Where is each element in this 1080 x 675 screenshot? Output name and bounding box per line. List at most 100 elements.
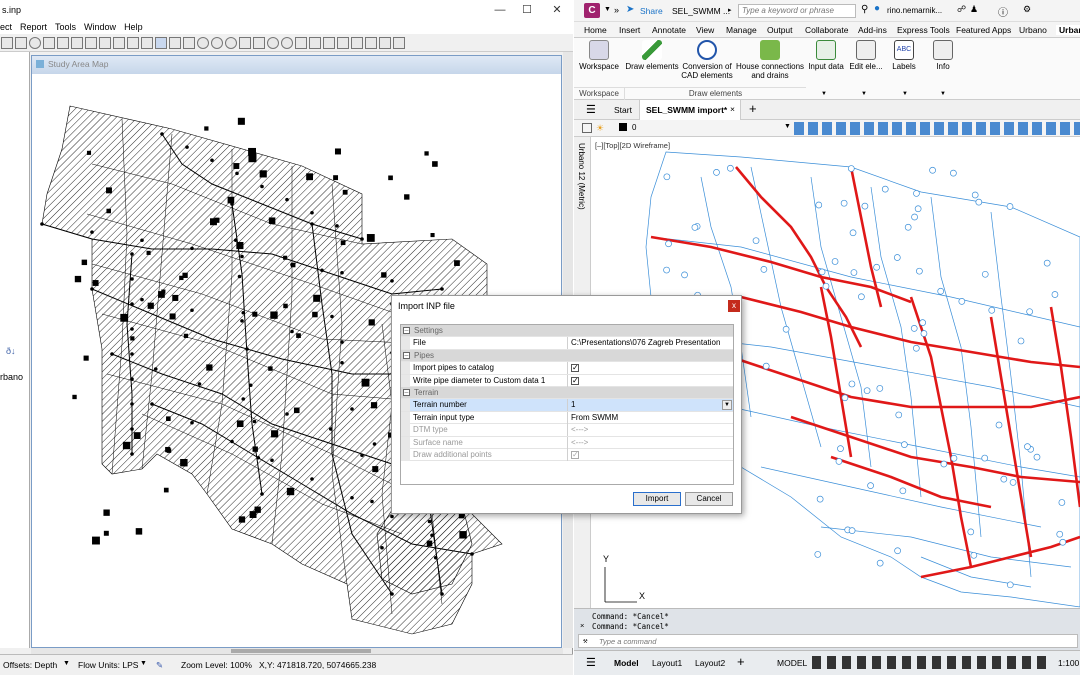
input-data-button[interactable]: Input data: [807, 40, 845, 71]
terrain-input-row[interactable]: Terrain input type From SWMM: [401, 411, 733, 425]
tab-manage[interactable]: Manage: [726, 25, 757, 35]
user-account[interactable]: rino.nemarnik...: [887, 6, 942, 15]
chevron-down-icon[interactable]: ▼: [861, 91, 867, 97]
menu-project[interactable]: ect: [0, 20, 12, 34]
storage-icon[interactable]: [323, 37, 335, 49]
tab-active-document[interactable]: SEL_SWMM import* ×: [639, 100, 741, 120]
orifice-icon[interactable]: [365, 37, 377, 49]
globe-icon[interactable]: [29, 37, 41, 49]
zoom-out-icon[interactable]: [225, 37, 237, 49]
close-tab-icon[interactable]: ×: [730, 104, 735, 114]
import-button[interactable]: Import: [633, 492, 681, 506]
menu-window[interactable]: Window: [84, 20, 116, 34]
chevron-down-icon[interactable]: ▼: [140, 660, 147, 667]
house-connections-button[interactable]: House connections and drains: [734, 40, 806, 80]
outfall-icon[interactable]: [295, 37, 307, 49]
pan-icon[interactable]: [197, 37, 209, 49]
tab-express-tools[interactable]: Express Tools: [897, 25, 950, 35]
region-select-icon[interactable]: [183, 37, 195, 49]
tab-layout2[interactable]: Layout2: [695, 658, 725, 668]
quick-access-arrows-icon[interactable]: »: [614, 5, 619, 15]
app-logo[interactable]: C: [584, 3, 600, 18]
maximize-button[interactable]: ☐: [514, 2, 540, 18]
annotation-scale[interactable]: 1:100: [1058, 658, 1079, 668]
conduit-icon[interactable]: [337, 37, 349, 49]
find-icon[interactable]: [1, 37, 13, 49]
options-icon[interactable]: [127, 37, 139, 49]
junction-icon[interactable]: [281, 37, 293, 49]
write-diameter-row[interactable]: Write pipe diameter to Custom data 1 ✓: [401, 374, 733, 387]
drafting-tools-icons[interactable]: [812, 656, 1052, 669]
layer-tools-icons[interactable]: [794, 122, 1080, 135]
share-button[interactable]: Share: [640, 6, 663, 16]
section-settings[interactable]: – Settings: [401, 325, 733, 338]
query-icon[interactable]: [15, 37, 27, 49]
graph-icon[interactable]: [71, 37, 83, 49]
draw-elements-button[interactable]: Draw elements: [624, 40, 680, 71]
run-icon[interactable]: [43, 37, 55, 49]
weir-icon[interactable]: [379, 37, 391, 49]
subcatchment-icon[interactable]: [267, 37, 279, 49]
flow-units-status[interactable]: Flow Units: LPS: [78, 660, 138, 670]
file-row[interactable]: File C:\Presentations\076 Zagreb Presenta…: [401, 337, 733, 359]
cancel-button[interactable]: Cancel: [685, 492, 733, 506]
minimize-button[interactable]: —: [487, 2, 513, 18]
new-tab-icon[interactable]: +: [749, 101, 757, 116]
dialog-close-button[interactable]: x: [728, 300, 740, 312]
tab-collaborate[interactable]: Collaborate: [805, 25, 848, 35]
write-diameter-checkbox[interactable]: ✓: [571, 376, 579, 385]
vertex-icon[interactable]: [169, 37, 181, 49]
close-button[interactable]: ✕: [544, 2, 570, 18]
settings-icon[interactable]: ⚙: [1023, 4, 1031, 15]
import-pipes-checkbox[interactable]: ✓: [571, 364, 579, 373]
color-swatch-icon[interactable]: [619, 123, 627, 131]
people-icon[interactable]: ♟: [970, 4, 978, 15]
chevron-down-icon[interactable]: ▼: [940, 91, 946, 97]
tab-layout1[interactable]: Layout1: [652, 658, 682, 668]
profile-icon[interactable]: [99, 37, 111, 49]
layer-name[interactable]: 0: [632, 123, 636, 132]
layer-icon[interactable]: [582, 123, 592, 133]
terrain-number-row[interactable]: Terrain number 1 ▼: [401, 399, 733, 412]
raingage-icon[interactable]: [253, 37, 265, 49]
cart-icon[interactable]: ☍: [957, 4, 966, 15]
tab-urbano-active[interactable]: Urbano: [1056, 25, 1080, 35]
share-icon[interactable]: ➤: [626, 4, 634, 15]
hamburger-menu-icon[interactable]: ☰: [586, 103, 596, 116]
lightbulb-icon[interactable]: ☀: [596, 123, 604, 134]
chevron-down-icon[interactable]: ▼: [722, 400, 732, 411]
help-icon[interactable]: ⓘ: [998, 4, 1008, 19]
model-space-toggle[interactable]: MODEL: [777, 658, 807, 668]
section-terrain[interactable]: – Terrain: [401, 387, 733, 400]
scroll-thumb[interactable]: [231, 649, 371, 653]
tab-add-ins[interactable]: Add-ins: [858, 25, 887, 35]
workspace-button[interactable]: Workspace: [578, 40, 620, 71]
menu-tools[interactable]: Tools: [55, 20, 76, 34]
chevron-down-icon[interactable]: ▼: [821, 91, 827, 97]
conversion-cad-button[interactable]: Conversion of CAD elements: [681, 40, 733, 80]
tab-insert[interactable]: Insert: [619, 25, 640, 35]
hamburger-menu-icon[interactable]: ☰: [586, 656, 596, 669]
close-icon[interactable]: ×: [580, 621, 584, 630]
chevron-down-icon[interactable]: ▼: [604, 6, 611, 13]
sort-icon[interactable]: ð↓: [6, 346, 16, 356]
full-extent-icon[interactable]: [239, 37, 251, 49]
browser-item[interactable]: rbano: [0, 372, 23, 382]
search-input[interactable]: Type a keyword or phrase: [738, 4, 856, 18]
table-icon[interactable]: [85, 37, 97, 49]
pump-icon[interactable]: [351, 37, 363, 49]
chevron-down-icon[interactable]: ▼: [784, 123, 791, 130]
auto-length-icon[interactable]: ✎: [156, 660, 163, 671]
tab-home[interactable]: Home: [584, 25, 607, 35]
sigma-icon[interactable]: [113, 37, 125, 49]
menu-report[interactable]: Report: [20, 20, 47, 34]
info-button[interactable]: Info: [926, 40, 960, 71]
divider-icon[interactable]: [309, 37, 321, 49]
import-pipes-row[interactable]: Import pipes to catalog ✓: [401, 362, 733, 375]
report-icon[interactable]: [57, 37, 69, 49]
select-arrow-icon[interactable]: [155, 37, 167, 49]
tab-featured-apps[interactable]: Featured Apps: [956, 25, 1011, 35]
window-icon[interactable]: [141, 37, 153, 49]
section-pipes[interactable]: – Pipes: [401, 349, 733, 363]
chevron-down-icon[interactable]: ▼: [902, 91, 908, 97]
